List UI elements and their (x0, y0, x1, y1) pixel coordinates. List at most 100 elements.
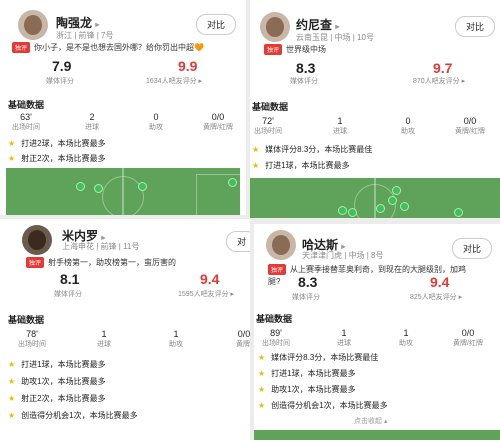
highlight-item: ★ 打进1球，本场比赛最多 (252, 161, 350, 170)
stat-minutes-label: 出场时间 (12, 124, 40, 131)
fan-score-label[interactable]: 825人吧友评分 ▸ (410, 292, 462, 302)
star-icon: ★ (258, 353, 266, 362)
avatar[interactable] (22, 225, 52, 255)
stat-assists-label: 助攻 (401, 128, 415, 135)
highlight-item: ★ 射正2次，本场比赛最多 (8, 154, 106, 163)
heatmap-pitch (6, 167, 242, 215)
fan-score-label[interactable]: 870人吧友评分 ▸ (413, 76, 465, 86)
heatmap-dot (376, 204, 385, 213)
media-score-label: 媒体评分 (290, 78, 318, 85)
player-meta: 云南玉昆 | 中场 | 10号 (296, 33, 374, 42)
avatar[interactable] (18, 10, 48, 40)
comment-tag: 独评 (26, 257, 45, 269)
fan-score: 9.4 (200, 271, 220, 287)
star-icon: ★ (8, 377, 16, 386)
compare-button[interactable]: 对比 (455, 16, 496, 37)
star-icon: ★ (258, 369, 266, 378)
stat-cards-value: 0/0 (461, 328, 475, 338)
heatmap-dot (348, 208, 357, 217)
player-card-3: 米内罗 ▸ 上海申花 | 前锋 | 11号 对 独评 射手榜第一，助攻榜第一，蛮厉… (0, 219, 250, 440)
star-icon: ★ (252, 145, 260, 154)
stat-assists-value: 1 (173, 329, 179, 339)
player-card-1: 陶强龙 ▸ 浙江 | 前锋 | 7号 对比 独评 你小子，是不是也想去国外哪？给你… (0, 0, 246, 215)
avatar[interactable] (266, 230, 296, 260)
star-icon: ★ (258, 401, 266, 410)
highlight-item: ★ 创造得分机会1次，本场比赛最多 (8, 411, 138, 420)
heatmap-dot (76, 182, 85, 191)
compare-button[interactable]: 对比 (196, 14, 237, 35)
media-score-label: 媒体评分 (292, 294, 320, 301)
collapse-link[interactable]: 点击收起 ▴ (354, 416, 387, 426)
highlight-item: ★ 打进2球，本场比赛最多 (8, 139, 106, 148)
compare-button[interactable]: 对 (226, 231, 250, 252)
stat-cards-label: 黄牌/红牌 (453, 340, 483, 347)
heatmap-dot (228, 178, 237, 187)
stat-cards-value: 0/0 (237, 329, 250, 339)
fan-score: 9.7 (433, 60, 453, 76)
basic-data-title: 基础数据 (256, 314, 293, 324)
highlight-item: ★ 媒体评分8.3分，本场比赛最佳 (258, 353, 379, 362)
heatmap-pitch (254, 430, 500, 440)
basic-data-title: 基础数据 (8, 315, 45, 325)
stat-cards-label: 黄牌/ (236, 341, 250, 348)
stat-assists-label: 助攻 (149, 124, 163, 131)
stat-cards-value: 0/0 (211, 112, 225, 122)
media-score: 8.1 (60, 271, 80, 287)
star-icon: ★ (8, 139, 16, 148)
stat-cards-label: 黄牌/红牌 (203, 124, 233, 131)
highlight-item: ★ 射正2次，本场比赛最多 (8, 394, 106, 403)
player-name[interactable]: 陶强龙 ▸ (56, 14, 99, 31)
stat-assists-label: 助攻 (169, 341, 183, 348)
fan-score-label[interactable]: 1595人吧友评分 ▸ (178, 289, 234, 299)
highlight-item: ★ 创造得分机会1次，本场比赛最多 (258, 401, 388, 410)
stat-minutes-value: 78' (26, 329, 38, 339)
media-score: 8.3 (296, 60, 316, 76)
comment-tag: 独评 (12, 42, 31, 54)
stat-cards-label: 黄牌/红牌 (455, 128, 485, 135)
card-header: 约尼查 ▸ 云南玉昆 | 中场 | 10号 对比 (250, 0, 500, 50)
stat-goals-value: 2 (89, 112, 95, 122)
player-meta: 浙江 | 前锋 | 7号 (56, 31, 114, 40)
stat-goals-label: 进球 (337, 340, 351, 347)
player-card-2: 约尼查 ▸ 云南玉昆 | 中场 | 10号 对比 独评 世界级中场 8.3 媒体评… (250, 0, 500, 218)
avatar[interactable] (260, 12, 290, 42)
heatmap-pitch (250, 177, 500, 218)
stat-minutes-label: 出场时间 (254, 128, 282, 135)
heatmap-dot (400, 202, 409, 211)
highlight-item: ★ 助攻1次，本场比赛最多 (258, 385, 356, 394)
heatmap-dot (388, 196, 397, 205)
player-meta: 上海申花 | 前锋 | 11号 (62, 242, 140, 251)
star-icon: ★ (252, 161, 260, 170)
stat-goals-value: 1 (341, 328, 347, 338)
stat-goals-value: 1 (101, 329, 107, 339)
star-icon: ★ (258, 385, 266, 394)
highlight-item: ★ 打进1球，本场比赛最多 (8, 360, 106, 369)
heatmap-dot (338, 206, 347, 215)
player-card-4: 哈达斯 ▸ 天津津门虎 | 中场 | 8号 对比 独评 从上赛季接替菲奥利奇，到现… (254, 224, 500, 440)
fan-score: 9.9 (178, 58, 198, 74)
stat-cards-value: 0/0 (463, 116, 477, 126)
stat-goals-label: 进球 (333, 128, 347, 135)
heatmap-dot (138, 182, 147, 191)
stat-assists-label: 助攻 (399, 340, 413, 347)
media-score-label: 媒体评分 (54, 291, 82, 298)
star-icon: ★ (8, 394, 16, 403)
stat-minutes-value: 89' (270, 328, 282, 338)
stat-goals-label: 进球 (97, 341, 111, 348)
stat-assists-value: 1 (403, 328, 409, 338)
comment: 独评 你小子，是不是也想去国外哪？给你罚出中超🧡 (12, 42, 204, 54)
fan-score: 9.4 (430, 274, 450, 290)
comment-continued: 腿? (268, 277, 281, 286)
stat-minutes-label: 出场时间 (18, 341, 46, 348)
player-meta: 天津津门虎 | 中场 | 8号 (302, 251, 384, 260)
compare-button[interactable]: 对比 (452, 238, 493, 259)
comment: 独评 射手榜第一，助攻榜第一，蛮厉害的 (26, 257, 176, 269)
comment-tag: 独评 (268, 264, 287, 276)
stat-assists-value: 0 (153, 112, 159, 122)
heatmap-dot (94, 184, 103, 193)
fan-score-label[interactable]: 1634人吧友评分 ▸ (146, 76, 202, 86)
player-name[interactable]: 约尼查 ▸ (296, 16, 339, 33)
highlight-item: ★ 打进1球，本场比赛最多 (258, 369, 356, 378)
comment-tag: 独评 (264, 44, 283, 56)
highlight-item: ★ 助攻1次，本场比赛最多 (8, 377, 106, 386)
